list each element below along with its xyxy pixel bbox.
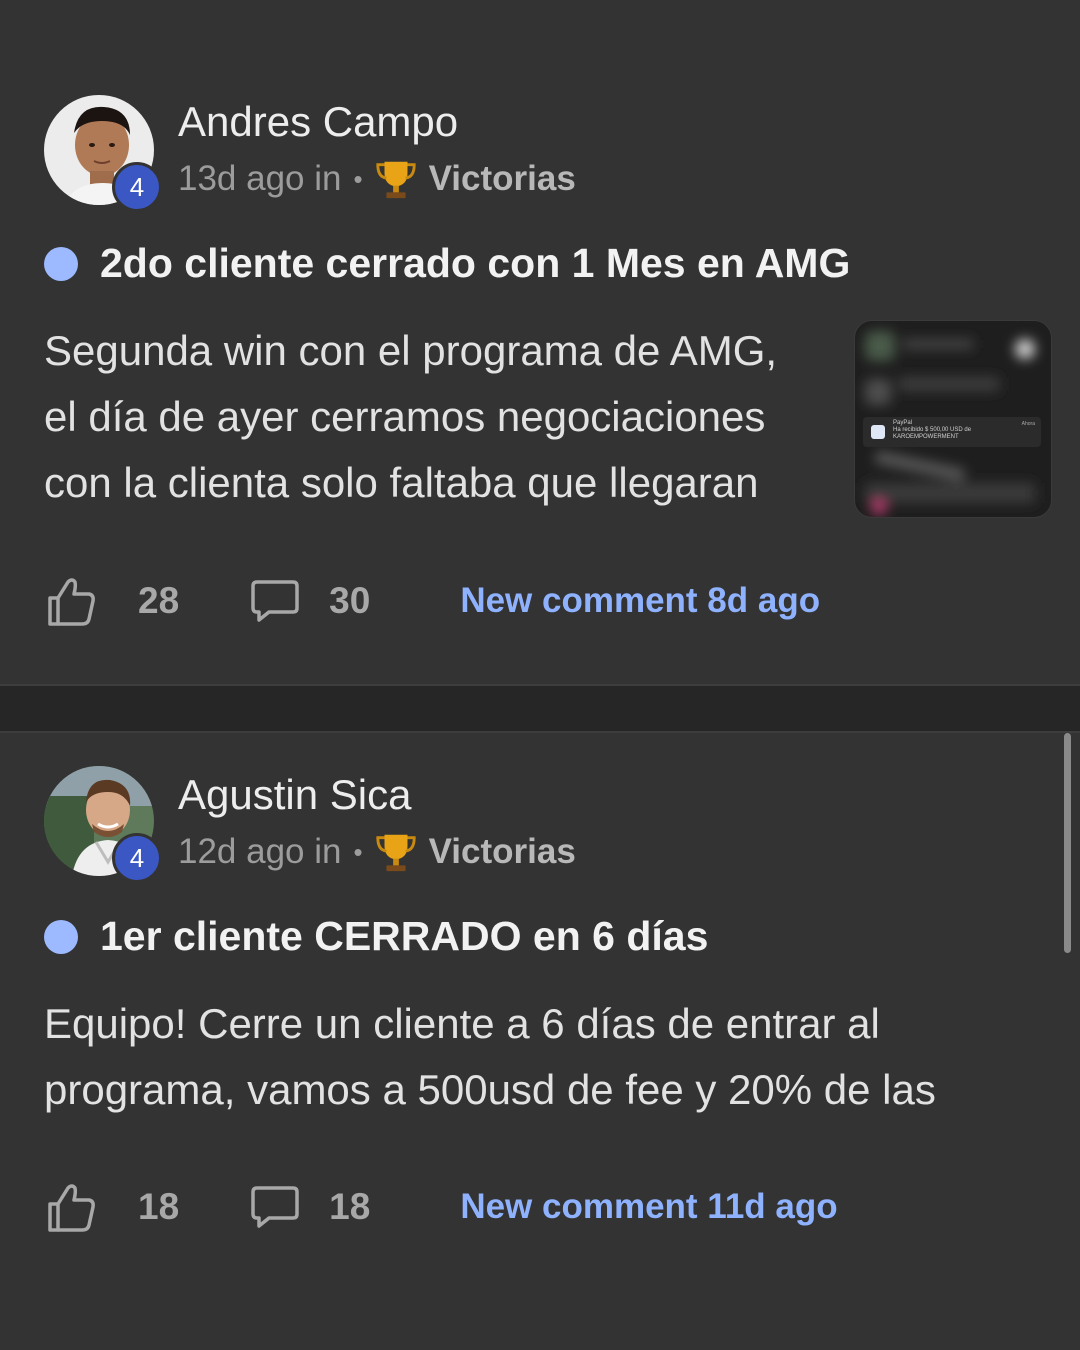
post-excerpt[interactable]: Segunda win con el programa de AMG, el d… [44, 318, 777, 516]
comment-icon[interactable] [247, 1180, 301, 1234]
like-icon[interactable] [44, 1180, 98, 1234]
author-avatar[interactable]: 4 [44, 95, 162, 212]
post-excerpt[interactable]: Equipo! Cerre un cliente a 6 días de ent… [44, 991, 936, 1123]
unread-indicator [44, 246, 78, 281]
unread-indicator [44, 919, 78, 954]
post-meta: 13d ago in • Victorias [178, 156, 576, 202]
new-comment-link[interactable]: New comment 11d ago [460, 1187, 837, 1227]
author-avatar[interactable]: 4 [44, 766, 162, 883]
post-card[interactable]: 4 Andres Campo 13d ago in • Victorias 2d… [0, 0, 1080, 684]
notif-app: PayPal [893, 420, 913, 426]
notif-text: Ha recibido $ 500,00 USD de [893, 427, 972, 433]
post-title-row[interactable]: 2do cliente cerrado con 1 Mes en AMG [44, 240, 850, 287]
excerpt-line: programa, vamos a 500usd de fee y 20% de… [44, 1066, 936, 1113]
level-badge: 4 [112, 833, 162, 883]
post-separator [0, 684, 1080, 733]
post-time: 13d ago in [178, 159, 342, 198]
excerpt-line: Segunda win con el programa de AMG, [44, 327, 778, 374]
post-meta: 12d ago in • Victorias [178, 829, 576, 875]
like-icon[interactable] [44, 574, 98, 628]
post-title[interactable]: 2do cliente cerrado con 1 Mes en AMG [100, 240, 850, 287]
comment-icon[interactable] [247, 574, 301, 628]
comment-count: 18 [329, 1186, 371, 1227]
author-name[interactable]: Agustin Sica [178, 771, 411, 819]
post-actions: 18 18 New comment 11d ago [44, 1180, 838, 1234]
trophy-icon [375, 161, 416, 199]
trophy-icon [375, 834, 416, 872]
meta-separator: • [353, 836, 363, 867]
category-link[interactable]: Victorias [429, 832, 576, 872]
post-title-row[interactable]: 1er cliente CERRADO en 6 días [44, 913, 708, 960]
like-count: 18 [138, 1186, 180, 1227]
excerpt-line: Equipo! Cerre un cliente a 6 días de ent… [44, 1000, 880, 1047]
like-count: 28 [138, 580, 180, 621]
scrollbar[interactable] [1064, 733, 1071, 953]
paypal-notification: PayPal Ha recibido $ 500,00 USD de KAROE… [863, 417, 1041, 447]
notif-time: Ahora [1021, 421, 1035, 427]
author-name[interactable]: Andres Campo [178, 98, 458, 146]
level-badge: 4 [112, 162, 162, 212]
meta-separator: • [353, 163, 363, 194]
post-thumbnail[interactable]: PayPal Ha recibido $ 500,00 USD de KAROE… [854, 320, 1052, 518]
post-title[interactable]: 1er cliente CERRADO en 6 días [100, 913, 708, 960]
excerpt-line: el día de ayer cerramos negociaciones [44, 393, 766, 440]
post-actions: 28 30 New comment 8d ago [44, 574, 820, 628]
new-comment-link[interactable]: New comment 8d ago [460, 581, 820, 621]
comment-count: 30 [329, 580, 371, 621]
notif-text-2: KAROEMPOWERMENT [893, 434, 959, 440]
post-card[interactable]: 4 Agustin Sica 12d ago in • Victorias 1e… [0, 733, 1080, 1350]
paypal-icon [871, 425, 885, 439]
category-link[interactable]: Victorias [429, 159, 576, 199]
post-time: 12d ago in [178, 832, 342, 871]
excerpt-line: con la clienta solo faltaba que llegaran [44, 459, 759, 506]
